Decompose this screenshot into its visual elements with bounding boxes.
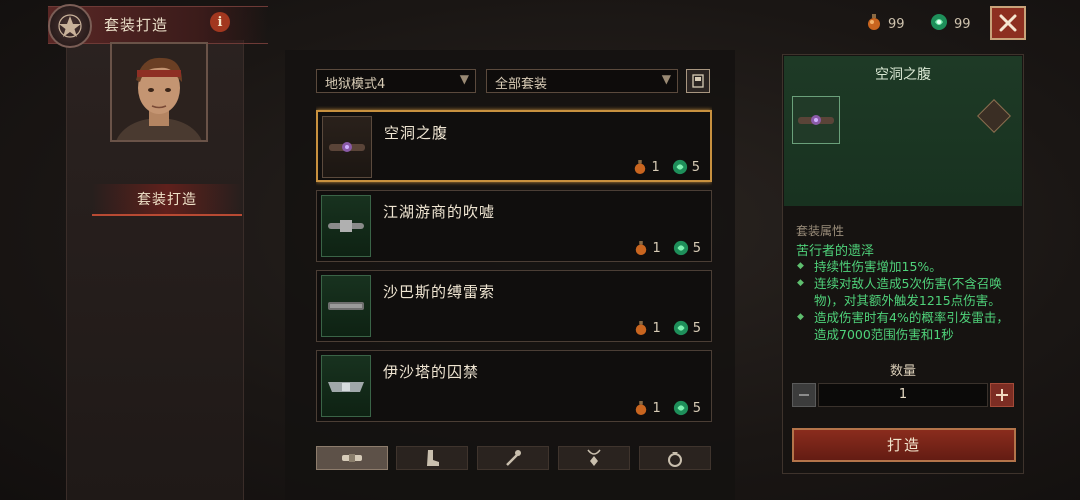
list-item[interactable]: 江湖游商的吹嘘 1 5 <box>316 190 712 262</box>
quantity-decrease-button[interactable] <box>792 383 816 407</box>
list-item[interactable]: 空洞之腹 1 5 <box>316 110 712 182</box>
item-cost: 1 5 <box>633 159 700 175</box>
pentagram-icon <box>48 4 92 48</box>
boots-icon <box>427 450 439 466</box>
potion-cost: 1 <box>652 240 661 256</box>
minus-icon <box>799 394 809 396</box>
character-portrait <box>110 42 208 142</box>
item-cost: 1 5 <box>634 320 701 336</box>
sidebar-tab-set-crafting[interactable]: 套装打造 <box>92 184 242 216</box>
tab-boots[interactable] <box>396 446 468 470</box>
set-item-list: 空洞之腹 1 5 江湖游商的吹嘘 1 5 沙巴斯的缚雷索 1 5 伊沙塔的囚禁 … <box>316 106 712 436</box>
belt-icon <box>342 454 362 462</box>
detail-title: 空洞之腹 <box>875 67 931 83</box>
list-item[interactable]: 沙巴斯的缚雷索 1 5 <box>316 270 712 342</box>
set-dropdown[interactable]: 全部套装 ▼ <box>486 69 678 93</box>
close-button[interactable] <box>990 6 1026 40</box>
tab-wand[interactable] <box>477 446 549 470</box>
plus-icon <box>996 389 1008 401</box>
item-name: 江湖游商的吹嘘 <box>383 203 496 221</box>
chevron-down-icon: ▼ <box>661 72 671 86</box>
green-gem-icon <box>673 400 688 416</box>
gem-cost: 5 <box>692 240 701 256</box>
quantity-increase-button[interactable] <box>990 383 1014 407</box>
tab-ring[interactable] <box>639 446 711 470</box>
quantity-field[interactable]: 1 <box>818 383 988 407</box>
belt-icon <box>321 195 371 257</box>
green-gem-icon <box>672 159 687 175</box>
gem-cost: 5 <box>692 400 701 416</box>
book-icon <box>692 74 704 88</box>
chevron-down-icon: ▼ <box>459 72 469 86</box>
close-icon <box>999 14 1017 32</box>
gem-currency: 99 <box>930 13 971 35</box>
item-name: 伊沙塔的囚禁 <box>383 363 480 381</box>
potion-icon <box>636 321 647 335</box>
set-properties-label: 套装属性 <box>796 224 845 238</box>
codex-button[interactable] <box>686 69 710 93</box>
potion-icon <box>636 401 647 415</box>
green-gem-icon <box>673 320 688 336</box>
info-icon[interactable]: i <box>210 12 230 32</box>
belt-icon <box>322 116 372 178</box>
difficulty-dropdown[interactable]: 地狱模式4 ▼ <box>316 69 476 93</box>
gem-amount: 99 <box>954 16 971 32</box>
set-bonus-item: 连续对敌人造成5次伤害(不含召唤物)，对其额外触发1215点伤害。 <box>796 275 1016 309</box>
set-bonus-list: 持续性伤害增加15%。 连续对敌人造成5次伤害(不含召唤物)，对其额外触发121… <box>796 258 1016 350</box>
potion-cost: 1 <box>652 320 661 336</box>
potion-cost: 1 <box>652 400 661 416</box>
item-name: 空洞之腹 <box>384 124 449 142</box>
forge-button[interactable]: 打造 <box>792 428 1016 462</box>
wand-icon <box>506 450 521 466</box>
potion-icon <box>635 160 646 174</box>
item-name: 沙巴斯的缚雷索 <box>383 283 496 301</box>
difficulty-value: 地狱模式4 <box>325 77 386 92</box>
item-cost: 1 5 <box>634 240 701 256</box>
belt-icon <box>792 96 840 144</box>
belt-icon <box>321 275 371 337</box>
set-bonus-item: 持续性伤害增加15%。 <box>796 258 1016 275</box>
set-bonus-title: 苦行者的遗泽 <box>796 244 875 259</box>
green-gem-icon <box>673 240 688 256</box>
page-title: 套装打造 <box>104 16 169 34</box>
sidebar-tab-label: 套装打造 <box>137 192 197 208</box>
tab-belt[interactable] <box>316 446 388 470</box>
potion-icon <box>866 13 882 35</box>
potion-icon <box>636 241 647 255</box>
set-bonus-item: 造成伤害时有4%的概率引发雷击，造成7000范围伤害和1秒 <box>796 309 1016 343</box>
ring-icon <box>668 452 682 467</box>
potion-currency: 99 <box>866 13 905 35</box>
gem-cost: 5 <box>691 159 700 175</box>
green-gem-icon <box>930 13 948 35</box>
item-cost: 1 5 <box>634 400 701 416</box>
potion-amount: 99 <box>888 16 905 32</box>
belt-icon <box>321 355 371 417</box>
amulet-icon <box>587 449 601 466</box>
gem-cost: 5 <box>692 320 701 336</box>
potion-cost: 1 <box>651 159 660 175</box>
tab-amulet[interactable] <box>558 446 630 470</box>
set-value: 全部套装 <box>495 77 548 92</box>
list-item[interactable]: 伊沙塔的囚禁 1 5 <box>316 350 712 422</box>
quantity-label: 数量 <box>889 364 916 379</box>
